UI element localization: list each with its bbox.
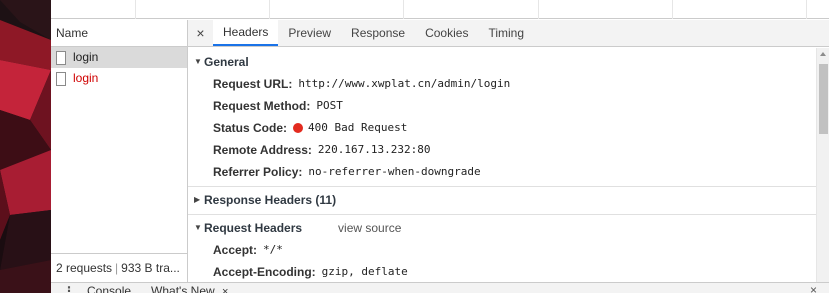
field-remote-address: Remote Address: 220.167.13.232:80 [188,139,816,161]
triangle-right-icon: ▶ [194,195,201,204]
field-value: 220.167.13.232:80 [317,143,431,156]
transferred-size: 933 B tra... [121,261,180,275]
field-key: Request URL: [213,77,293,91]
field-referrer-policy: Referrer Policy: no-referrer-when-downgr… [188,161,816,183]
field-value: 400 Bad Request [308,121,408,134]
field-value: http://www.xwplat.cn/admin/login [298,77,511,90]
background-artwork [0,0,51,293]
document-icon [56,50,66,65]
tab-cookies[interactable]: Cookies [415,20,478,46]
tab-label: What's New [151,284,215,293]
field-accept: Accept: */* [188,239,816,261]
tab-whats-new[interactable]: What's New × [151,284,228,293]
field-key: Status Code: [213,121,288,135]
field-value: POST [316,99,343,112]
tab-console[interactable]: Console [87,284,131,293]
field-key: Referrer Policy: [213,165,303,179]
triangle-down-icon: ▼ [194,223,202,232]
tab-headers[interactable]: Headers [213,20,279,46]
vertical-scrollbar[interactable] [816,48,829,282]
request-row-login-error[interactable]: login [51,68,187,89]
scroll-thumb[interactable] [819,64,828,134]
response-headers-title: Response Headers (11) [204,193,337,207]
general-section-toggle[interactable]: ▼ General [188,51,816,73]
request-details-panel: × Headers Preview Response Cookies Timin… [188,20,829,282]
section-divider [188,214,816,215]
tab-timing[interactable]: Timing [478,20,534,46]
field-key: Accept: [213,243,258,257]
field-key: Accept-Encoding: [213,265,316,279]
waterfall-overview [51,0,829,19]
name-column-header[interactable]: Name [51,20,187,47]
request-name: login [73,71,99,85]
field-key: Remote Address: [213,143,312,157]
request-list: Name login login 2 requests | 933 B tra... [51,20,188,282]
triangle-down-icon: ▼ [194,57,202,66]
status-error-icon [293,123,304,133]
section-divider [188,186,816,187]
console-drawer: ⋮ Console What's New × × [51,282,829,293]
field-value: gzip, deflate [321,265,408,278]
view-source-link[interactable]: view source [338,217,401,239]
general-section-title: General [204,55,249,69]
field-request-method: Request Method: POST [188,95,816,117]
field-accept-encoding: Accept-Encoding: gzip, deflate [188,261,816,282]
response-headers-toggle[interactable]: ▶ Response Headers (11) [188,189,816,211]
scroll-up-arrow-icon[interactable] [820,52,826,56]
close-drawer-button[interactable]: × [810,283,817,293]
request-headers-title: Request Headers [204,221,303,235]
request-name: login [73,50,99,64]
field-value: no-referrer-when-downgrade [308,165,481,178]
close-details-button[interactable]: × [188,20,213,46]
request-headers-toggle[interactable]: ▼ Request Headers view source [188,217,816,239]
tab-response[interactable]: Response [341,20,415,46]
status-summary: 2 requests | 933 B tra... [51,253,187,282]
field-value: */* [263,243,283,256]
request-count: 2 requests [56,261,113,275]
close-tab-icon[interactable]: × [222,286,228,293]
tab-preview[interactable]: Preview [278,20,341,46]
details-tabbar: × Headers Preview Response Cookies Timin… [188,20,829,47]
request-row-login-selected[interactable]: login [51,47,187,68]
drawer-menu-icon[interactable]: ⋮ [63,284,75,293]
document-icon [56,71,66,86]
field-request-url: Request URL: http://www.xwplat.cn/admin/… [188,73,816,95]
field-key: Request Method: [213,99,311,113]
field-status-code: Status Code: 400 Bad Request [188,117,816,139]
headers-content: ▼ General Request URL: http://www.xwplat… [188,48,816,282]
